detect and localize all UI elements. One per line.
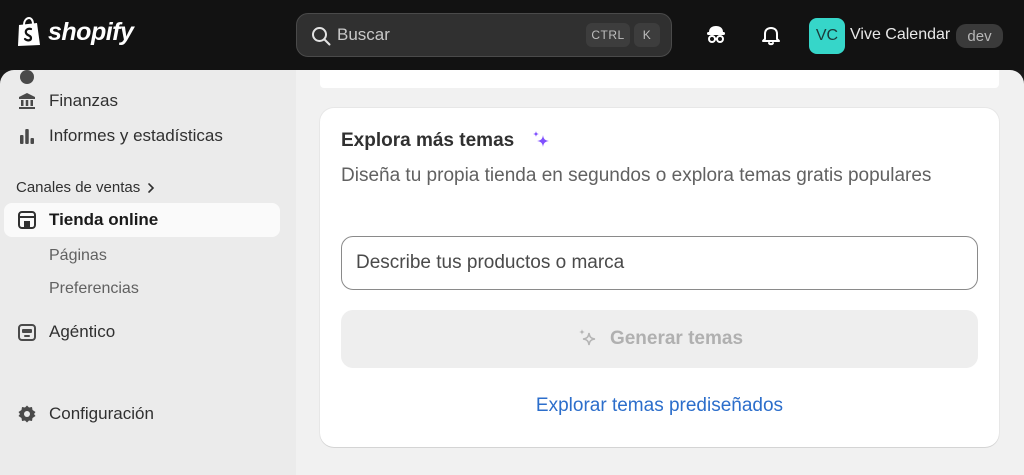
sidebar-subitem-paginas[interactable]: Páginas: [49, 247, 107, 265]
generate-themes-label: Generar temas: [609, 328, 744, 349]
top-bar: shopify CTRL K VC Vive Calendar dev: [0, 0, 1024, 70]
sidebar-item-agentico[interactable]: Agéntico: [4, 315, 280, 349]
sidebar-item-label: Tienda online: [49, 210, 159, 229]
sidebar-item-label: Finanzas: [49, 91, 118, 110]
explore-themes-card: Explora más temas Diseña tu propia tiend…: [320, 108, 999, 447]
agent-icon: [17, 322, 37, 342]
card-title: Explora más temas: [341, 130, 515, 151]
store-name[interactable]: Vive Calendar: [850, 26, 950, 44]
bank-icon: [17, 91, 37, 111]
sidebar-item-informes[interactable]: Informes y estadísticas: [4, 119, 280, 153]
generate-themes-button[interactable]: Generar temas: [341, 310, 978, 368]
shopify-bag-icon: [18, 17, 40, 46]
section-sales-channels[interactable]: Canales de ventas: [16, 179, 156, 196]
sidebar-item-tienda-online[interactable]: Tienda online: [4, 203, 280, 237]
sidebar-item-configuracion[interactable]: Configuración: [4, 397, 280, 431]
explore-themes-link[interactable]: Explorar temas prediseñados: [320, 395, 999, 417]
sidebar-item-label: Agéntico: [49, 322, 116, 341]
shortcut-k-key: K: [634, 23, 660, 47]
brand-name: shopify: [48, 17, 134, 46]
sidebar-subitem-preferencias[interactable]: Preferencias: [49, 280, 139, 298]
sidebar: Finanzas Informes y estadísticas Canales…: [0, 70, 296, 475]
spy-icon[interactable]: [703, 22, 729, 48]
section-label: Canales de ventas: [16, 179, 141, 196]
store-icon: [17, 210, 37, 230]
sparkle-icon: [533, 131, 549, 147]
avatar[interactable]: VC: [809, 18, 845, 54]
gear-icon: [17, 404, 37, 424]
bar-chart-icon: [17, 126, 37, 146]
card-description: Diseña tu propia tienda en segundos o ex…: [341, 165, 932, 186]
describe-products-input[interactable]: [341, 236, 978, 290]
sidebar-item-finanzas[interactable]: Finanzas: [4, 84, 280, 118]
dev-badge: dev: [956, 24, 1003, 48]
chevron-right-icon: [148, 182, 155, 193]
shopify-logo[interactable]: shopify: [16, 17, 134, 47]
shortcut-ctrl-key: CTRL: [586, 23, 630, 47]
sidebar-item-label: Configuración: [49, 404, 154, 423]
search-input[interactable]: [337, 14, 567, 56]
previous-card: [320, 70, 999, 88]
search-icon: [312, 27, 331, 46]
sidebar-item-label: Informes y estadísticas: [49, 126, 223, 145]
main-content: Explora más temas Diseña tu propia tiend…: [296, 70, 1024, 475]
bell-icon[interactable]: [758, 22, 784, 48]
sparkle-icon: [578, 329, 596, 346]
